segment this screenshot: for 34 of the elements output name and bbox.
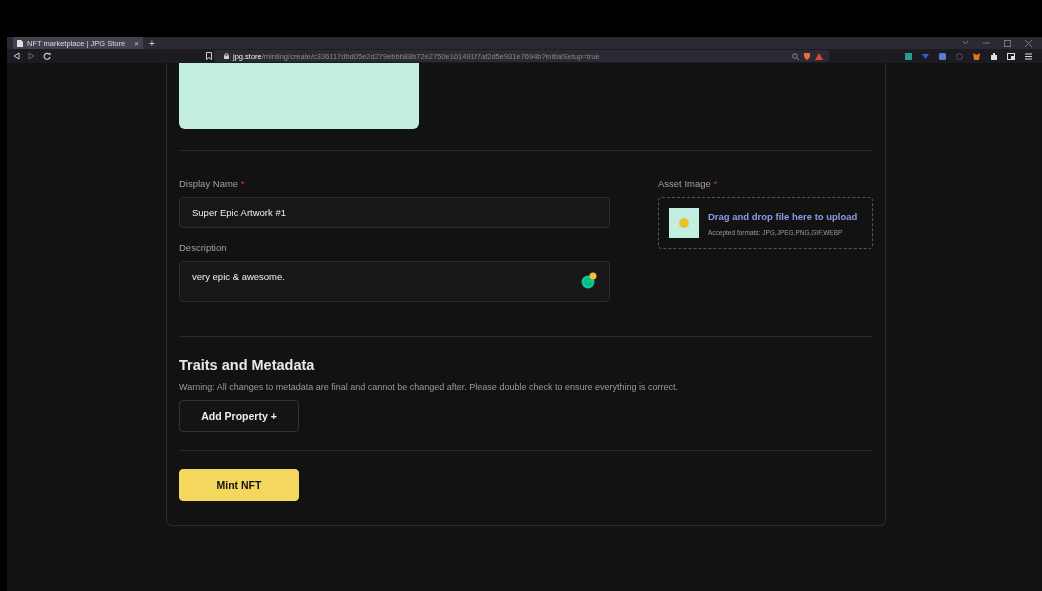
field-label: Display Name	[179, 178, 239, 189]
zoom-icon[interactable]	[792, 52, 799, 60]
warning-text: Warning: All changes to metadata are final and cannot be changed after. Please double check to ensure everything is correct.	[179, 382, 679, 392]
extension-icon[interactable]	[905, 52, 912, 60]
puzzle-icon[interactable]	[990, 52, 997, 60]
required-mark: *	[713, 178, 718, 189]
extension-icon[interactable]	[922, 52, 929, 60]
shield-icon[interactable]	[803, 52, 811, 60]
bookmark-icon	[206, 52, 212, 60]
input-field[interactable]: Super Epic Artwork #1	[179, 197, 610, 228]
upload-prompt: Drag and drop file here to upload	[708, 210, 858, 222]
text-area[interactable]: very epic & awesome.	[179, 261, 610, 302]
field-label: Asset Image	[658, 178, 711, 189]
triangle-icon[interactable]	[815, 52, 823, 60]
maximize-icon[interactable]	[1004, 39, 1011, 47]
extension-icon[interactable]	[939, 52, 946, 60]
field-label: Description	[179, 242, 228, 253]
close-icon[interactable]	[1025, 39, 1032, 47]
lock-icon	[224, 53, 229, 59]
chevron-icon[interactable]	[962, 39, 969, 45]
page-icon	[17, 39, 23, 47]
section-heading: Traits and Metadata	[179, 357, 316, 373]
back-icon[interactable]	[13, 52, 20, 60]
forward-icon[interactable]	[28, 52, 35, 60]
close-tab-button[interactable]: ×	[134, 38, 139, 48]
reload-icon[interactable]	[43, 52, 51, 60]
add-property-button[interactable]: Add Property +	[179, 400, 299, 432]
image-icon	[669, 208, 699, 238]
new-tab-button[interactable]: +	[149, 37, 155, 49]
required-mark: *	[240, 178, 245, 189]
mint-button[interactable]: Mint NFT	[179, 469, 299, 501]
window-icon[interactable]	[1007, 52, 1015, 60]
menu-icon[interactable]	[1025, 52, 1032, 60]
grammar-icon[interactable]	[581, 272, 597, 289]
